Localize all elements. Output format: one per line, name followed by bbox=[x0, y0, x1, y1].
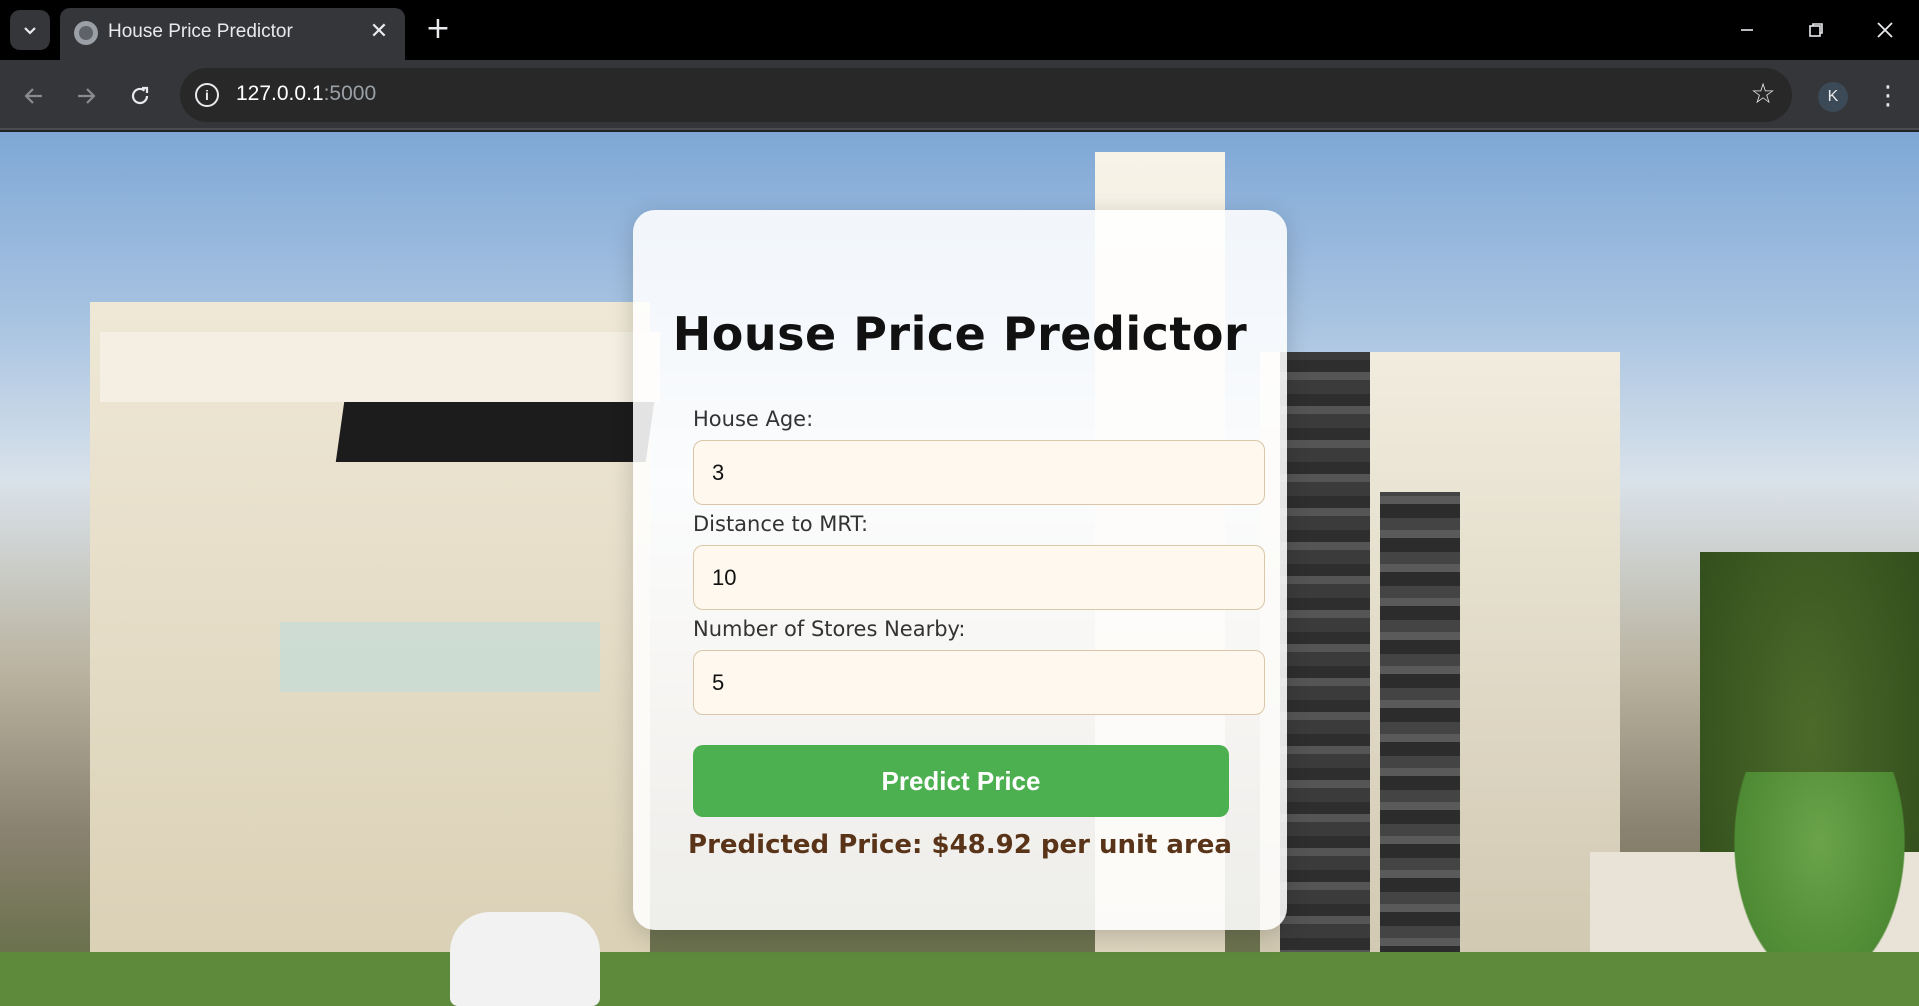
background-house-roof bbox=[100, 332, 660, 402]
page-title: House Price Predictor bbox=[672, 307, 1248, 361]
browser-toolbar: i 127.0.0.1:5000 ☆ K ⋮ bbox=[0, 60, 1919, 130]
tab-search-chevron-down-icon[interactable] bbox=[10, 10, 50, 50]
restore-icon[interactable] bbox=[1793, 8, 1839, 52]
tab-title: House Price Predictor bbox=[108, 21, 293, 42]
kebab-menu-icon[interactable]: ⋮ bbox=[1870, 78, 1906, 114]
background-stone-wall bbox=[1280, 352, 1370, 1006]
background-car bbox=[450, 912, 600, 1006]
address-bar[interactable]: i 127.0.0.1:5000 ☆ bbox=[180, 68, 1792, 122]
tab-close-icon[interactable]: ✕ bbox=[365, 18, 393, 46]
url-text[interactable]: 127.0.0.1:5000 bbox=[236, 82, 376, 106]
background-house-balcony bbox=[280, 622, 600, 692]
reload-icon[interactable] bbox=[120, 75, 160, 115]
background-lawn bbox=[0, 952, 1919, 1006]
predicted-price-result: Predicted Price: $48.92 per unit area bbox=[688, 830, 1232, 860]
house-age-label: House Age: bbox=[693, 407, 814, 431]
predictor-card: House Price Predictor House Age: Distanc… bbox=[633, 210, 1287, 930]
bookmark-star-icon[interactable]: ☆ bbox=[1746, 77, 1780, 111]
tab-bar: House Price Predictor ✕ + bbox=[0, 0, 1919, 60]
back-arrow-left-icon[interactable] bbox=[14, 75, 54, 115]
stores-nearby-label: Number of Stores Nearby: bbox=[693, 617, 966, 641]
background-house-panel bbox=[335, 402, 655, 462]
predict-price-button[interactable]: Predict Price bbox=[693, 745, 1229, 817]
house-age-input[interactable] bbox=[693, 440, 1265, 505]
close-window-icon[interactable] bbox=[1862, 8, 1908, 52]
globe-icon bbox=[74, 21, 98, 45]
site-info-icon[interactable]: i bbox=[195, 83, 219, 107]
minimize-icon[interactable] bbox=[1724, 8, 1770, 52]
forward-arrow-right-icon[interactable] bbox=[66, 75, 106, 115]
new-tab-plus-icon[interactable]: + bbox=[420, 12, 456, 48]
page-viewport: House Price Predictor House Age: Distanc… bbox=[0, 132, 1919, 1006]
background-stone-wall bbox=[1380, 492, 1460, 1006]
browser-tab[interactable]: House Price Predictor ✕ bbox=[60, 8, 405, 60]
distance-to-mrt-input[interactable] bbox=[693, 545, 1265, 610]
profile-avatar[interactable]: K bbox=[1818, 82, 1848, 112]
stores-nearby-input[interactable] bbox=[693, 650, 1265, 715]
distance-to-mrt-label: Distance to MRT: bbox=[693, 512, 869, 536]
